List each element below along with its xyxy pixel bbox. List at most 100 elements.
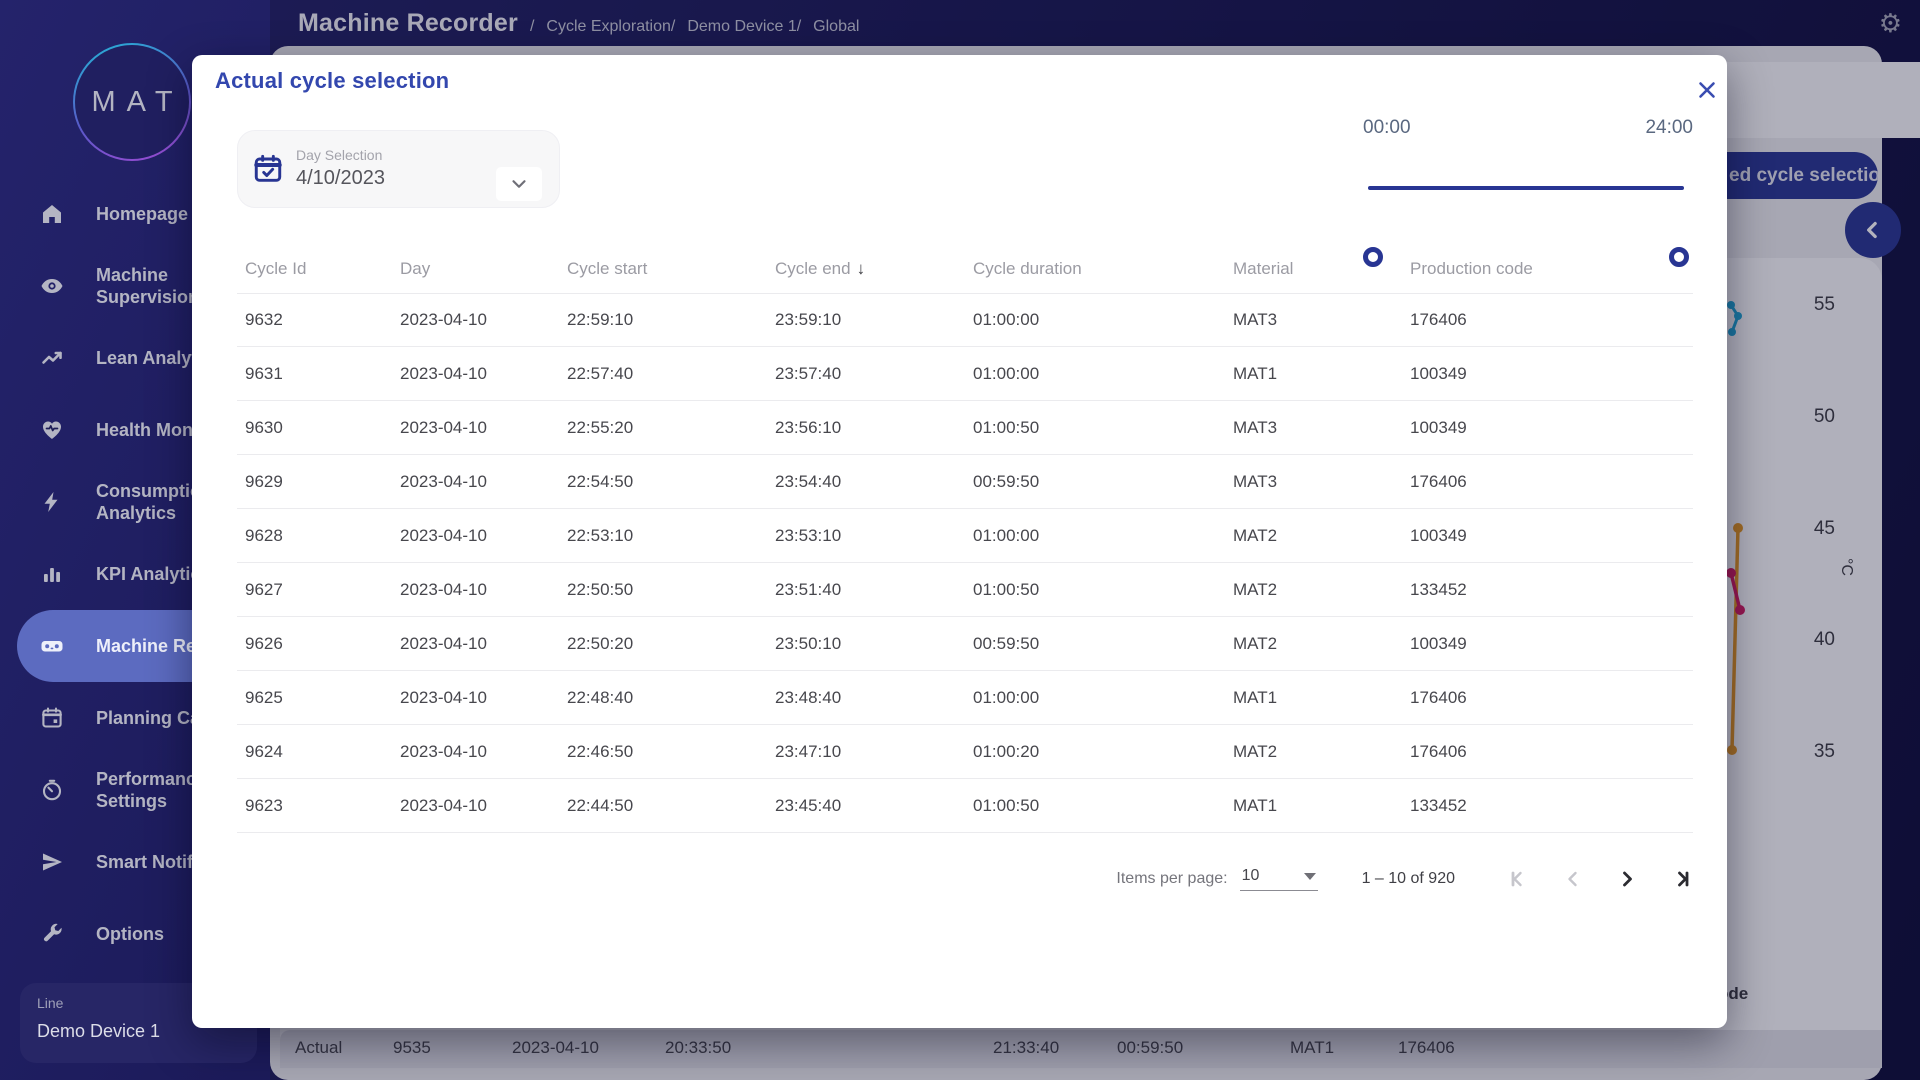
column-header-label: Cycle end <box>775 259 851 279</box>
table-cell: 176406 <box>1402 472 1693 492</box>
table-row[interactable]: 96272023-04-1022:50:5023:51:4001:00:50MA… <box>237 563 1693 617</box>
slider-track[interactable] <box>1368 186 1684 190</box>
table-row[interactable]: 96242023-04-1022:46:5023:47:1001:00:20MA… <box>237 725 1693 779</box>
column-header-cycle-duration[interactable]: Cycle duration <box>965 259 1225 279</box>
last-page-button[interactable] <box>1669 867 1693 891</box>
table-header-row: Cycle Id Day Cycle start Cycle end ↓ Cycle du… <box>237 245 1693 293</box>
items-per-page-select[interactable]: 10 <box>1240 867 1318 891</box>
table-cell: 2023-04-10 <box>392 688 559 708</box>
previous-page-button[interactable] <box>1561 867 1585 891</box>
table-row[interactable]: 96302023-04-1022:55:2023:56:1001:00:50MA… <box>237 401 1693 455</box>
table-cell: 2023-04-10 <box>392 526 559 546</box>
table-cell: 23:57:40 <box>767 364 965 384</box>
table-body: 96322023-04-1022:59:1023:59:1001:00:00MA… <box>237 293 1693 833</box>
trend-icon <box>40 346 64 370</box>
table-cell: 176406 <box>1402 742 1693 762</box>
sort-desc-icon: ↓ <box>857 259 866 279</box>
column-header-material[interactable]: Material <box>1225 259 1402 279</box>
table-cell: 2023-04-10 <box>392 472 559 492</box>
column-header-cycle-start[interactable]: Cycle start <box>559 259 767 279</box>
sidebar-item-label: Homepage <box>96 203 188 225</box>
day-selection-field[interactable]: Day Selection 4/10/2023 <box>237 130 560 208</box>
close-icon[interactable] <box>1690 73 1724 107</box>
calendar-icon <box>40 706 64 730</box>
table-cell: 9632 <box>237 310 392 330</box>
device-card-value: Demo Device 1 <box>37 1021 160 1042</box>
day-selection-chevron[interactable] <box>496 167 542 201</box>
day-selection-value: 4/10/2023 <box>296 167 385 190</box>
column-header-label: Production code <box>1410 259 1533 279</box>
table-row[interactable]: 96312023-04-1022:57:4023:57:4001:00:00MA… <box>237 347 1693 401</box>
column-header-label: Day <box>400 259 430 279</box>
table-cell: 22:44:50 <box>559 796 767 816</box>
bolt-icon <box>40 490 64 514</box>
column-header-production-code[interactable]: Production code <box>1402 259 1693 279</box>
table-cell: 9625 <box>237 688 392 708</box>
table-cell: 9628 <box>237 526 392 546</box>
table-cell: MAT3 <box>1225 418 1402 438</box>
gauge-icon <box>40 778 64 802</box>
table-cell: 9630 <box>237 418 392 438</box>
logo-text: MAT <box>75 45 189 159</box>
wrench-icon <box>40 922 64 946</box>
table-cell: 9624 <box>237 742 392 762</box>
column-header-cycle-end[interactable]: Cycle end ↓ <box>767 259 965 279</box>
logo: MAT <box>73 43 191 161</box>
table-row[interactable]: 96252023-04-1022:48:4023:48:4001:00:00MA… <box>237 671 1693 725</box>
column-header-label: Cycle duration <box>973 259 1082 279</box>
table-cell: MAT1 <box>1225 688 1402 708</box>
table-cell: 01:00:00 <box>965 688 1225 708</box>
chevron-left-icon <box>1561 867 1585 891</box>
slider-start-label: 00:00 <box>1363 117 1411 139</box>
table-cell: MAT2 <box>1225 634 1402 654</box>
table-row[interactable]: 96262023-04-1022:50:2023:50:1000:59:50MA… <box>237 617 1693 671</box>
table-cell: 9627 <box>237 580 392 600</box>
table-cell: MAT2 <box>1225 580 1402 600</box>
table-cell: 100349 <box>1402 364 1693 384</box>
table-cell: 01:00:00 <box>965 364 1225 384</box>
table-cell: MAT3 <box>1225 472 1402 492</box>
first-page-button[interactable] <box>1507 867 1531 891</box>
pager <box>1507 867 1693 891</box>
table-row[interactable]: 96322023-04-1022:59:1023:59:1001:00:00MA… <box>237 293 1693 347</box>
table-cell: 2023-04-10 <box>392 634 559 654</box>
table-cell: 22:53:10 <box>559 526 767 546</box>
last-page-icon <box>1669 867 1693 891</box>
column-header-day[interactable]: Day <box>392 259 559 279</box>
table-cell: 2023-04-10 <box>392 796 559 816</box>
column-header-cycle-id[interactable]: Cycle Id <box>237 259 392 279</box>
items-per-page-value: 10 <box>1242 867 1260 885</box>
table-cell: 22:59:10 <box>559 310 767 330</box>
table-cell: 22:46:50 <box>559 742 767 762</box>
table-cell: 01:00:00 <box>965 310 1225 330</box>
table-row[interactable]: 96232023-04-1022:44:5023:45:4001:00:50MA… <box>237 779 1693 833</box>
table-cell: 23:54:40 <box>767 472 965 492</box>
table-cell: 9626 <box>237 634 392 654</box>
table-cell: 100349 <box>1402 526 1693 546</box>
device-card-label: Line <box>37 995 63 1011</box>
table-cell: 2023-04-10 <box>392 742 559 762</box>
table-cell: 9623 <box>237 796 392 816</box>
table-row[interactable]: 96282023-04-1022:53:1023:53:1001:00:00MA… <box>237 509 1693 563</box>
table-cell: 01:00:00 <box>965 526 1225 546</box>
calendar-check-icon <box>252 153 284 185</box>
table-row[interactable]: 96292023-04-1022:54:5023:54:4000:59:50MA… <box>237 455 1693 509</box>
table-cell: MAT1 <box>1225 364 1402 384</box>
column-header-label: Cycle Id <box>245 259 306 279</box>
table-cell: 9629 <box>237 472 392 492</box>
table-cell: 23:45:40 <box>767 796 965 816</box>
table-cell: 2023-04-10 <box>392 310 559 330</box>
table-cell: 176406 <box>1402 310 1693 330</box>
column-header-label: Material <box>1233 259 1293 279</box>
table-cell: 133452 <box>1402 580 1693 600</box>
table-cell: MAT3 <box>1225 310 1402 330</box>
table-cell: 01:00:50 <box>965 418 1225 438</box>
table-cell: 100349 <box>1402 634 1693 654</box>
table-cell: 22:48:40 <box>559 688 767 708</box>
next-page-button[interactable] <box>1615 867 1639 891</box>
chevron-down-icon <box>508 173 530 195</box>
table-pagination: Items per page: 10 1 – 10 of 920 <box>1116 853 1693 905</box>
table-cell: 22:54:50 <box>559 472 767 492</box>
table-cell: 22:55:20 <box>559 418 767 438</box>
table-cell: 01:00:50 <box>965 580 1225 600</box>
